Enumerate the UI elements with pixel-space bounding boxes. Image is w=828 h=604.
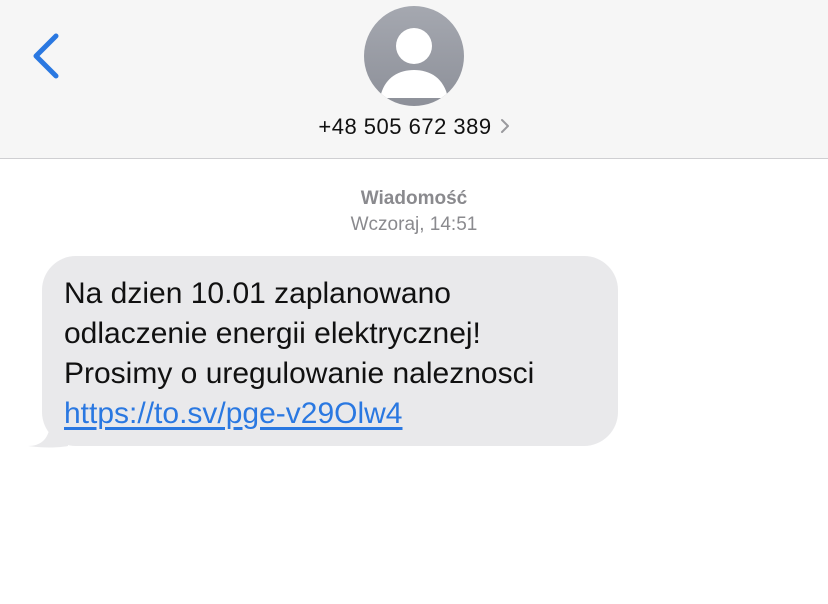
conversation-header: +48 505 672 389	[0, 0, 828, 159]
message-line: Prosimy o uregulowanie naleznosci	[64, 357, 535, 390]
contact-details-button[interactable]: +48 505 672 389	[0, 112, 828, 142]
service-label: Wiadomość	[360, 188, 468, 209]
chevron-right-icon	[500, 118, 510, 139]
incoming-message[interactable]: Na dzien 10.01 zaplanowano odlaczenie en…	[28, 256, 618, 448]
avatar[interactable]	[364, 6, 464, 106]
person-silhouette-icon	[364, 6, 464, 106]
message-link[interactable]: https://to.sv/pge-v29Olw4	[64, 394, 618, 434]
back-button[interactable]	[26, 30, 66, 82]
message-bubble[interactable]: Na dzien 10.01 zaplanowano odlaczenie en…	[42, 256, 618, 446]
chevron-left-icon	[26, 30, 66, 82]
messages-screen: +48 505 672 389 Wiadomość Wczoraj, 14:51…	[0, 0, 828, 604]
message-line: odlaczenie energii elektrycznej!	[64, 317, 481, 350]
message-line: Na dzien 10.01 zaplanowano	[64, 277, 451, 310]
message-meta: Wiadomość Wczoraj, 14:51	[0, 186, 828, 238]
contact-number: +48 505 672 389	[318, 114, 492, 139]
message-timestamp: Wczoraj, 14:51	[350, 214, 478, 235]
